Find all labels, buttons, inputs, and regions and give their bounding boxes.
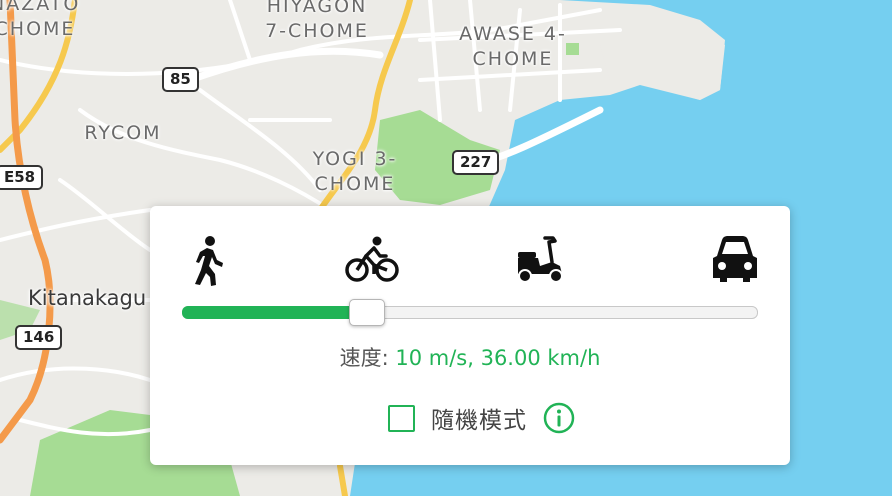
walking-person-icon <box>195 236 223 286</box>
bicycle-icon <box>345 236 399 282</box>
speed-control-panel: 速度: 10 m/s, 36.00 km/h 隨機模式 <box>150 206 790 465</box>
route-shield-85: 85 <box>162 67 199 92</box>
speed-readout: 速度: 10 m/s, 36.00 km/h <box>150 342 790 372</box>
speed-value: 10 m/s, 36.00 km/h <box>388 346 601 370</box>
scooter-icon <box>518 236 563 283</box>
map-label-kitanakagusuku: Kitanakagu <box>28 286 147 310</box>
mode-scooter-button[interactable] <box>512 232 568 288</box>
mode-bike-button[interactable] <box>344 232 400 288</box>
route-shield-146: 146 <box>15 325 63 350</box>
random-mode-checkbox[interactable] <box>388 404 415 432</box>
map-label-awase: AWASE 4- CHOME <box>459 23 567 70</box>
random-mode-row: 隨機模式 <box>388 401 575 435</box>
route-shield-e58: E58 <box>0 165 44 190</box>
route-shield-227: 227 <box>452 150 500 175</box>
random-mode-label: 隨機模式 <box>431 408 527 434</box>
map-label-rycom: RYCOM <box>84 122 162 144</box>
speed-slider-handle[interactable] <box>349 299 386 326</box>
map-label-yogi: YOGI 3- CHOME <box>312 148 398 195</box>
map-label-hiyagon: HIYAGON 7-CHOME <box>265 0 369 42</box>
mode-walk-button[interactable] <box>178 232 234 288</box>
map-label-nazato: NAZATO CHOME <box>0 0 81 40</box>
info-icon[interactable] <box>543 402 575 434</box>
car-icon <box>713 236 757 282</box>
speed-slider-fill <box>182 306 367 319</box>
mode-car-button[interactable] <box>707 232 763 288</box>
speed-label: 速度: <box>339 346 389 370</box>
